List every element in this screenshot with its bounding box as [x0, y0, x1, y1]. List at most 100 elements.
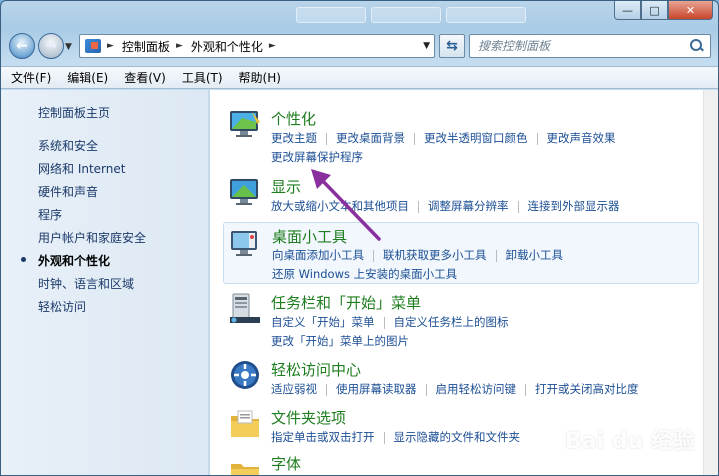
refresh-icon: ⇆ [446, 38, 458, 54]
category-taskbar: 任务栏和「开始」菜单 自定义「开始」菜单 自定义任务栏上的图标 更改「开始」菜单… [223, 290, 699, 350]
control-panel-icon [85, 39, 101, 53]
maximize-button[interactable]: □ [641, 1, 668, 20]
minimize-icon: — [622, 3, 633, 17]
gadgets-icon[interactable] [229, 227, 265, 261]
link-change-screensaver[interactable]: 更改屏幕保护程序 [271, 149, 363, 165]
watermark-url: jingyan.baidu.com [595, 453, 679, 463]
chevron-right-icon[interactable]: ► [107, 41, 114, 51]
menu-bar: 文件(F) 编辑(E) 查看(V) 工具(T) 帮助(H) [1, 66, 718, 89]
link-get-more-gadgets[interactable]: 联机获取更多小工具 [383, 247, 487, 263]
link-divider [326, 383, 327, 396]
link-divider [383, 431, 385, 444]
category-title[interactable]: 个性化 [271, 108, 316, 129]
category-title[interactable]: 字体 [271, 453, 301, 474]
link-change-background[interactable]: 更改桌面背景 [336, 130, 405, 146]
recent-pages-dropdown[interactable]: ▼ [65, 42, 72, 52]
link-divider [373, 249, 374, 262]
category-ease-of-access: 轻松访问中心 适应弱视 使用屏幕读取器 启用轻松访问键 打开或关闭高对比度 [223, 357, 699, 399]
sidebar-item-hardware-sound[interactable]: 硬件和声音 [38, 183, 98, 200]
chevron-right-icon[interactable]: ► [176, 41, 183, 51]
annotation-arrow [311, 169, 381, 241]
sidebar-item-network[interactable]: 网络和 Internet [38, 160, 125, 177]
background-window-ghost [446, 7, 526, 23]
link-restore-gadgets[interactable]: 还原 Windows 上安装的桌面小工具 [272, 266, 457, 282]
chevron-down-icon[interactable]: ▼ [423, 41, 430, 51]
link-divider [525, 383, 526, 396]
watermark: Bai du 经验 jingyan.baidu.com [561, 409, 711, 469]
control-panel-window: — □ ✕ ← → ▼ ► 控制面板 ► 外观和个性化 ► ▼ ⇆ 文件(F) … [0, 0, 719, 476]
link-high-contrast[interactable]: 打开或关闭高对比度 [535, 381, 639, 397]
link-external-display[interactable]: 连接到外部显示器 [528, 198, 620, 214]
menu-help[interactable]: 帮助(H) [239, 69, 281, 86]
search-input[interactable] [478, 39, 690, 53]
link-divider [517, 200, 519, 213]
sidebar-item-home[interactable]: 控制面板主页 [38, 104, 110, 121]
menu-edit[interactable]: 编辑(E) [67, 69, 108, 86]
fonts-icon[interactable] [228, 456, 264, 475]
search-icon[interactable] [690, 39, 704, 53]
link-divider [495, 249, 497, 262]
category-display: 显示 放大或缩小文本和其他项目 调整屏幕分辨率 连接到外部显示器 [223, 174, 699, 216]
back-button[interactable]: ← [9, 33, 35, 59]
breadcrumb-appearance[interactable]: 外观和个性化 [191, 38, 263, 55]
forward-button[interactable]: → [38, 33, 64, 59]
search-box[interactable] [469, 34, 711, 58]
link-change-sounds[interactable]: 更改声音效果 [547, 130, 616, 146]
ease-of-access-icon[interactable] [228, 359, 264, 393]
close-icon: ✕ [685, 3, 696, 17]
link-customize-start-menu[interactable]: 自定义「开始」菜单 [271, 314, 375, 330]
link-divider [536, 132, 538, 145]
category-title[interactable]: 任务栏和「开始」菜单 [271, 292, 421, 313]
link-change-window-color[interactable]: 更改半透明窗口颜色 [424, 130, 528, 146]
close-button[interactable]: ✕ [668, 1, 713, 20]
link-divider [418, 200, 419, 213]
sidebar-item-ease-of-access[interactable]: 轻松访问 [38, 298, 86, 315]
link-access-keys[interactable]: 启用轻松访问键 [436, 381, 517, 397]
background-window-ghost [296, 7, 366, 23]
link-show-hidden-files[interactable]: 显示隐藏的文件和文件夹 [394, 429, 521, 445]
category-personalization: 个性化 更改主题 更改桌面背景 更改半透明窗口颜色 更改声音效果 更改屏幕保护程… [223, 106, 699, 166]
current-item-bullet-icon [21, 257, 26, 262]
breadcrumb-control-panel[interactable]: 控制面板 [122, 38, 170, 55]
link-single-double-click[interactable]: 指定单击或双击打开 [271, 429, 375, 445]
link-customize-taskbar-icons[interactable]: 自定义任务栏上的图标 [394, 314, 509, 330]
navigation-bar: ← → ▼ ► 控制面板 ► 外观和个性化 ► ▼ ⇆ [1, 31, 718, 63]
watermark-text: Bai du 经验 [565, 429, 695, 454]
link-low-vision[interactable]: 适应弱视 [271, 381, 317, 397]
folder-options-icon[interactable] [228, 408, 264, 442]
menu-view[interactable]: 查看(V) [124, 69, 166, 86]
sidebar: 控制面板主页 系统和安全 网络和 Internet 硬件和声音 程序 用户帐户和… [1, 90, 209, 475]
minimize-button[interactable]: — [614, 1, 641, 20]
back-arrow-icon: ← [16, 38, 28, 54]
link-divider [383, 316, 385, 329]
refresh-button[interactable]: ⇆ [439, 34, 465, 58]
menu-tools[interactable]: 工具(T) [182, 69, 223, 86]
title-bar[interactable]: — □ ✕ [1, 1, 718, 27]
forward-arrow-icon: → [45, 38, 57, 54]
personalization-icon[interactable] [228, 108, 264, 142]
sidebar-item-clock-region[interactable]: 时钟、语言和区域 [38, 275, 134, 292]
link-divider [326, 132, 327, 145]
link-divider [425, 383, 427, 396]
link-uninstall-gadget[interactable]: 卸载小工具 [506, 247, 564, 263]
taskbar-icon[interactable] [228, 292, 264, 326]
maximize-icon: □ [649, 3, 660, 17]
display-icon[interactable] [228, 176, 264, 210]
link-screen-reader[interactable]: 使用屏幕读取器 [336, 381, 417, 397]
sidebar-item-user-accounts[interactable]: 用户帐户和家庭安全 [38, 229, 146, 246]
link-divider [414, 132, 415, 145]
address-bar[interactable]: ► 控制面板 ► 外观和个性化 ► ▼ [79, 34, 435, 58]
link-add-gadgets[interactable]: 向桌面添加小工具 [272, 247, 364, 263]
category-title[interactable]: 文件夹选项 [271, 407, 346, 428]
link-change-start-picture[interactable]: 更改「开始」菜单上的图片 [271, 333, 409, 349]
sidebar-item-system-security[interactable]: 系统和安全 [38, 137, 98, 154]
link-change-theme[interactable]: 更改主题 [271, 130, 317, 146]
category-title[interactable]: 轻松访问中心 [271, 359, 361, 380]
sidebar-item-programs[interactable]: 程序 [38, 206, 62, 223]
background-window-ghost [371, 7, 441, 23]
menu-file[interactable]: 文件(F) [11, 69, 51, 86]
sidebar-item-appearance: 外观和个性化 [38, 254, 111, 268]
category-title[interactable]: 显示 [271, 176, 301, 197]
link-screen-resolution[interactable]: 调整屏幕分辨率 [428, 198, 509, 214]
chevron-right-icon[interactable]: ► [269, 41, 276, 51]
